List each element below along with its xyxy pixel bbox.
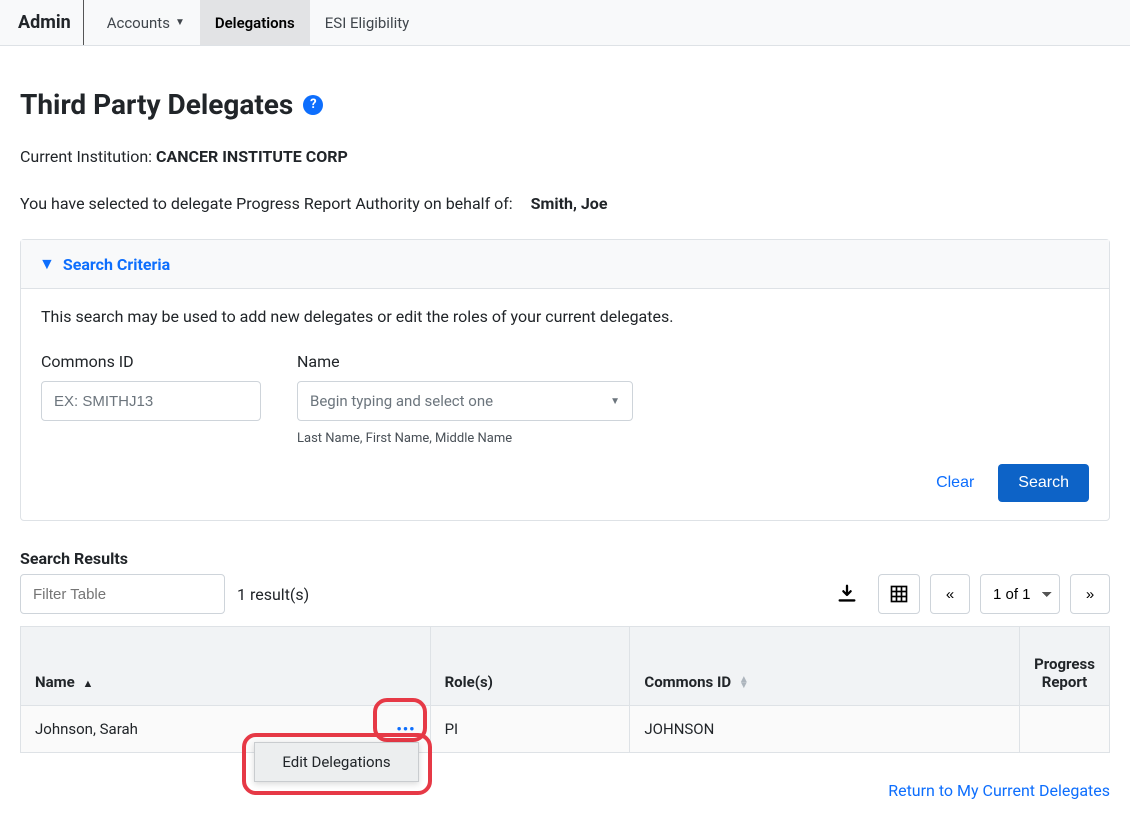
search-criteria-label: Search Criteria — [63, 255, 170, 274]
nav-accounts-label: Accounts — [107, 14, 170, 32]
caret-down-icon: ▼ — [39, 254, 55, 274]
col-progress-report[interactable]: Progress Report — [1019, 627, 1109, 706]
results-header: Search Results — [20, 549, 1110, 568]
brand-admin[interactable]: Admin — [18, 0, 84, 45]
nav-delegations-label: Delegations — [215, 14, 295, 32]
sort-icon: ▲▼ — [739, 677, 749, 689]
search-instruction: This search may be used to add new deleg… — [41, 307, 1089, 326]
help-icon[interactable]: ? — [303, 95, 323, 115]
row-actions-ellipsis-icon[interactable]: ••• — [396, 720, 415, 738]
col-name[interactable]: Name ▲ — [21, 627, 431, 706]
name-select[interactable]: Begin typing and select one ▼ — [297, 381, 633, 421]
row-actions-menu: Edit Delegations — [254, 742, 419, 782]
nav-esi-eligibility[interactable]: ESI Eligibility — [310, 0, 425, 45]
cell-commons-id: JOHNSON — [630, 706, 1020, 753]
cell-roles: PI — [430, 706, 630, 753]
caret-down-icon: ▼ — [175, 17, 185, 28]
clear-button[interactable]: Clear — [936, 474, 974, 492]
delegate-line: You have selected to delegate Progress R… — [20, 194, 1110, 213]
search-criteria-panel: ▼ Search Criteria This search may be use… — [20, 239, 1110, 521]
col-name-label: Name — [35, 673, 75, 691]
nav-esi-label: ESI Eligibility — [325, 14, 410, 32]
institution-label: Current Institution: — [20, 147, 152, 166]
name-label: Name — [297, 352, 633, 371]
page-select[interactable]: 1 of 1 — [980, 574, 1060, 614]
delegate-person: Smith, Joe — [531, 194, 608, 213]
grid-view-icon[interactable] — [878, 574, 920, 614]
commons-id-input[interactable] — [41, 381, 261, 421]
institution-line: Current Institution: CANCER INSTITUTE CO… — [20, 147, 1110, 166]
nav-accounts[interactable]: Accounts ▼ — [92, 0, 200, 45]
institution-value: CANCER INSTITUTE CORP — [156, 147, 348, 166]
search-criteria-toggle[interactable]: ▼ Search Criteria — [21, 240, 1109, 289]
page-title: Third Party Delegates ? — [20, 88, 1110, 121]
delegate-sentence: You have selected to delegate Progress R… — [20, 194, 513, 213]
nav-delegations[interactable]: Delegations — [200, 0, 310, 45]
commons-id-label: Commons ID — [41, 352, 261, 371]
return-link[interactable]: Return to My Current Delegates — [888, 781, 1110, 800]
col-commons-id[interactable]: Commons ID ▲▼ — [630, 627, 1020, 706]
page-prev-button[interactable]: « — [930, 574, 970, 614]
name-select-placeholder: Begin typing and select one — [310, 392, 493, 410]
result-count: 1 result(s) — [237, 585, 309, 604]
page-title-text: Third Party Delegates — [20, 88, 293, 121]
top-nav: Admin Accounts ▼ Delegations ESI Eligibi… — [0, 0, 1130, 46]
cell-name: Johnson, Sarah — [35, 720, 138, 738]
results-table: Name ▲ Role(s) Commons ID ▲▼ Progress Re… — [20, 626, 1110, 753]
col-progress-report-label: Progress Report — [1034, 655, 1095, 691]
chevron-down-icon: ▼ — [610, 396, 620, 407]
name-hint: Last Name, First Name, Middle Name — [297, 431, 633, 446]
page-next-button[interactable]: » — [1070, 574, 1110, 614]
cell-progress-report — [1019, 706, 1109, 753]
download-icon[interactable] — [826, 574, 868, 614]
col-commons-id-label: Commons ID — [644, 673, 731, 691]
results-toolbar: 1 result(s) « 1 of 1 » — [20, 574, 1110, 614]
sort-asc-icon: ▲ — [82, 677, 93, 690]
edit-delegations-item[interactable]: Edit Delegations — [255, 743, 418, 781]
table-row: Johnson, Sarah ••• PI JOHNSON — [21, 706, 1110, 753]
filter-table-input[interactable] — [20, 574, 225, 614]
search-button[interactable]: Search — [998, 464, 1089, 502]
col-roles-label: Role(s) — [445, 673, 493, 691]
col-roles[interactable]: Role(s) — [430, 627, 630, 706]
